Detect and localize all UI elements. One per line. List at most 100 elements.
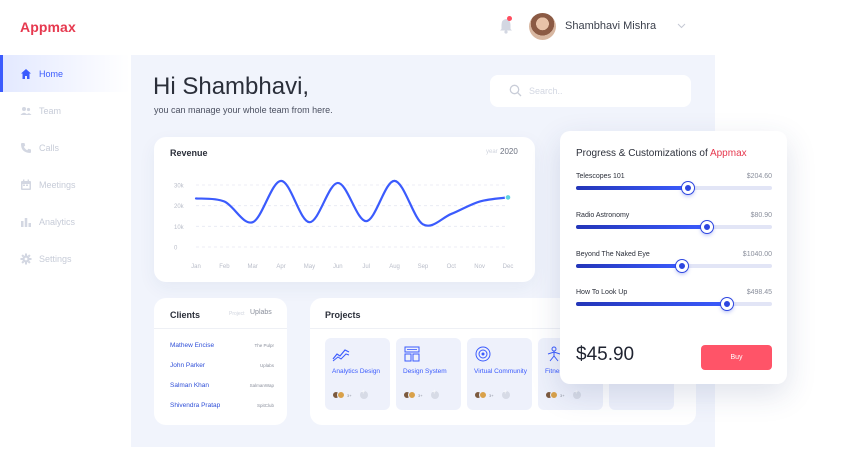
- progress-slider[interactable]: [576, 182, 772, 194]
- greeting-subtitle: you can manage your whole team from here…: [154, 105, 333, 115]
- avatar: [550, 391, 558, 399]
- search-input[interactable]: [529, 83, 669, 99]
- avatar: [479, 391, 487, 399]
- total-price: $45.90: [576, 344, 635, 365]
- progress-fill: [576, 264, 682, 268]
- page-title: Hi Shambhavi,: [153, 73, 309, 101]
- progress-fill: [576, 302, 727, 306]
- progress-slider[interactable]: [576, 298, 772, 310]
- app-logo[interactable]: Appmax: [20, 19, 76, 35]
- y-tick-label: 20k: [174, 204, 185, 210]
- revenue-chart: 30k 20k 10k 0 Jan Feb Mar Apr May Jun Jul Aug Sep Oct…: [174, 179, 513, 270]
- calendar-icon: [20, 179, 32, 191]
- client-name[interactable]: Mathew Encise: [170, 342, 214, 349]
- chevron-down-icon[interactable]: [677, 21, 686, 30]
- slider-thumb[interactable]: [675, 260, 688, 272]
- client-row[interactable]: John Parker Uplabs: [170, 359, 274, 371]
- client-company: SpitClub: [256, 402, 274, 408]
- x-tick-label: Jun: [333, 264, 343, 270]
- avatar: [337, 391, 345, 399]
- project-members: 3+: [474, 389, 510, 399]
- x-tick-label: May: [304, 264, 315, 270]
- add-member-button[interactable]: [501, 389, 510, 399]
- client-row[interactable]: Mathew Encise The Pulpr: [170, 339, 274, 351]
- sidebar-item-analytics[interactable]: Analytics: [0, 203, 130, 240]
- slider-thumb[interactable]: [720, 298, 733, 310]
- progress-slider[interactable]: [576, 260, 772, 272]
- y-tick-label: 30k: [174, 184, 185, 190]
- sidebar-item-meetings[interactable]: Meetings: [0, 166, 130, 203]
- member-count: 3+: [418, 392, 423, 398]
- slider-thumb[interactable]: [681, 182, 694, 194]
- progress-title: Progress & Customizations of Appmax: [576, 148, 747, 159]
- progress-item: Beyond The Naked Eye $1040.00: [576, 251, 772, 281]
- client-row[interactable]: Shivendra Pratap SpitClub: [170, 399, 274, 411]
- progress-fill: [576, 225, 708, 229]
- client-name[interactable]: Shivendra Pratap: [170, 402, 220, 409]
- progress-title-text: Progress & Customizations of: [576, 148, 708, 159]
- community-icon: [475, 346, 491, 362]
- revenue-series-line: [194, 179, 510, 227]
- bar-chart-icon: [20, 216, 32, 228]
- progress-slider[interactable]: [576, 221, 772, 233]
- progress-item: Radio Astronomy $80.90: [576, 212, 772, 242]
- notification-dot: [507, 16, 512, 21]
- member-count: 3+: [560, 392, 565, 398]
- team-icon: [20, 105, 32, 117]
- project-tile[interactable]: Virtual Community 3+: [467, 338, 532, 410]
- avatar: [408, 391, 416, 399]
- sidebar-item-home[interactable]: Home: [0, 55, 130, 92]
- sidebar-item-team[interactable]: Team: [0, 92, 130, 129]
- progress-value: $1040.00: [742, 251, 772, 258]
- search-box[interactable]: [490, 75, 691, 107]
- buy-button[interactable]: Buy: [701, 345, 772, 370]
- y-tick-label: 10k: [174, 225, 185, 231]
- x-tick-label: Oct: [447, 264, 457, 270]
- clients-title: Clients: [170, 310, 201, 320]
- client-company: The Pulpr: [254, 342, 274, 348]
- progress-title-brand: Appmax: [709, 148, 747, 159]
- project-name: Virtual Community: [474, 368, 527, 375]
- x-tick-label: Apr: [276, 264, 285, 270]
- member-count: 3+: [347, 392, 352, 398]
- user-name[interactable]: Shambhavi Mishra: [565, 20, 656, 32]
- project-name: Design System: [403, 368, 447, 375]
- x-tick-label: Aug: [389, 264, 400, 270]
- client-name[interactable]: Salman Khan: [170, 382, 209, 389]
- project-tile[interactable]: Design System 3+: [396, 338, 461, 410]
- client-company: SalmanWap: [249, 382, 274, 388]
- project-members: 3+: [403, 389, 439, 399]
- add-member-button[interactable]: [572, 389, 581, 399]
- client-name[interactable]: John Parker: [170, 362, 205, 369]
- clients-project-filter[interactable]: Uplabs: [250, 309, 272, 316]
- project-members: 3+: [545, 389, 581, 399]
- slider-thumb[interactable]: [701, 221, 714, 233]
- x-tick-label: Mar: [248, 264, 258, 270]
- projects-title: Projects: [325, 310, 361, 320]
- project-members: 3+: [332, 389, 368, 399]
- progress-value: $80.90: [750, 212, 772, 219]
- avatar[interactable]: [529, 13, 556, 40]
- x-tick-label: Nov: [474, 264, 485, 270]
- member-count: 3+: [489, 392, 494, 398]
- x-tick-label: Jan: [191, 264, 201, 270]
- x-tick-label: Sep: [418, 264, 429, 270]
- progress-fill: [576, 186, 688, 190]
- revenue-card: Revenue year 2020 30k 20k 10k 0 Jan Feb Mar Apr…: [154, 137, 535, 282]
- project-name: Analytics Design: [332, 368, 381, 375]
- clients-card: Clients Project Uplabs Mathew Encise The…: [154, 298, 287, 425]
- clients-project-label: Project: [229, 311, 245, 317]
- analytics-icon: [332, 349, 350, 362]
- project-tile[interactable]: Analytics Design 3+: [325, 338, 390, 410]
- add-member-button[interactable]: [359, 389, 368, 399]
- add-member-button[interactable]: [430, 389, 439, 399]
- x-tick-label: Jul: [362, 264, 370, 270]
- phone-icon: [20, 142, 32, 154]
- sidebar-nav: Home Team Calls Meetings Analytics Setti…: [0, 55, 130, 277]
- progress-value: $498.45: [746, 289, 772, 296]
- progress-label: Radio Astronomy: [576, 212, 630, 219]
- sidebar-item-calls[interactable]: Calls: [0, 129, 130, 166]
- client-row[interactable]: Salman Khan SalmanWap: [170, 379, 274, 391]
- data-point: [504, 194, 512, 201]
- sidebar-item-settings[interactable]: Settings: [0, 240, 130, 277]
